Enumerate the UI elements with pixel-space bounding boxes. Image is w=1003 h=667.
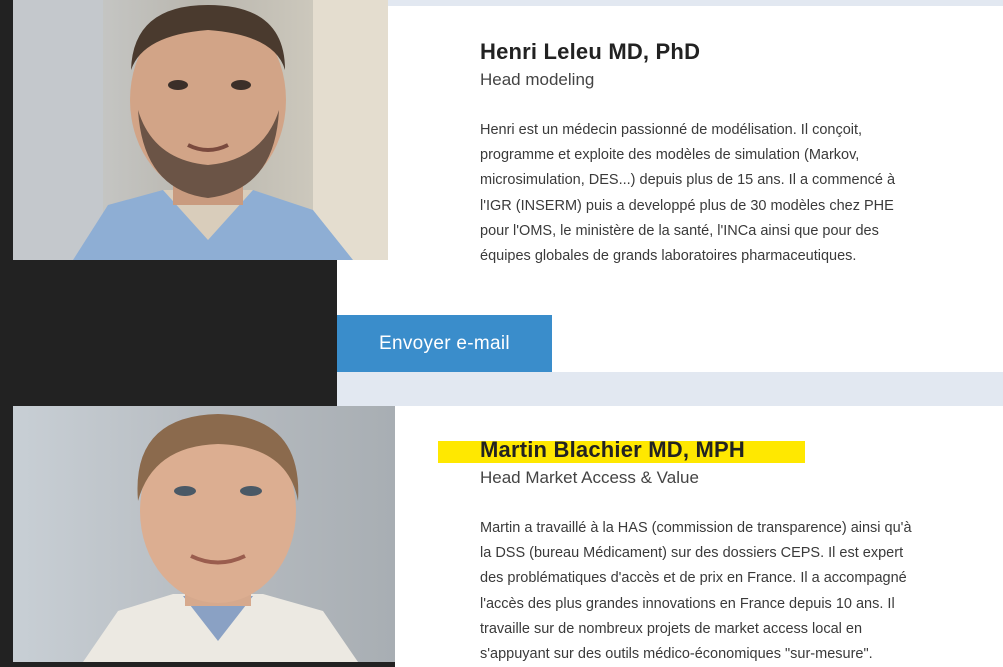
member-name: Henri Leleu MD, PhD [480,39,701,64]
member-name: Martin Blachier MD, MPH [480,437,745,462]
dark-side-panel-edge [0,406,13,667]
bio-line: programme et exploite des modèles de sim… [480,147,860,164]
member-bio: Martin a travaillé à la HAS (commission … [480,516,950,667]
member-role: Head Market Access & Value [480,468,699,487]
portrait-martin-blachier [13,406,395,662]
bio-line: équipes globales de grands laboratoires … [480,248,857,265]
bio-line: l'accès des plus grandes innovations en … [480,595,895,612]
section-divider [337,372,1003,406]
team-member-card: Henri Leleu MD, PhD Head modeling Henri … [480,39,950,269]
bio-line: des problématiques d'accès et de prix en… [480,570,907,587]
bio-line: microsimulation, DES...) depuis plus de … [480,172,896,189]
send-email-button[interactable]: Envoyer e-mail [337,315,552,372]
bio-line: s'appuyant sur des outils médico-économi… [480,646,873,663]
portrait-henri-leleu [13,0,388,260]
member-bio: Henri est un médecin passionné de modéli… [480,118,950,269]
bio-line: travaille sur de nombreux projets de mar… [480,620,863,637]
bio-line: Henri est un médecin passionné de modéli… [480,122,863,138]
bio-line: Martin a travaillé à la HAS (commission … [480,520,912,536]
bio-line: pour l'OMS, le ministère de la santé, l'… [480,222,879,239]
top-divider [337,0,1003,6]
bio-line: la DSS (bureau Médicament) sur des dossi… [480,545,904,562]
team-member-card: Martin Blachier MD, MPH Head Market Acce… [480,437,950,667]
bio-line: l'IGR (INSERM) puis a developpé plus de … [480,197,894,214]
member-role: Head modeling [480,70,595,89]
